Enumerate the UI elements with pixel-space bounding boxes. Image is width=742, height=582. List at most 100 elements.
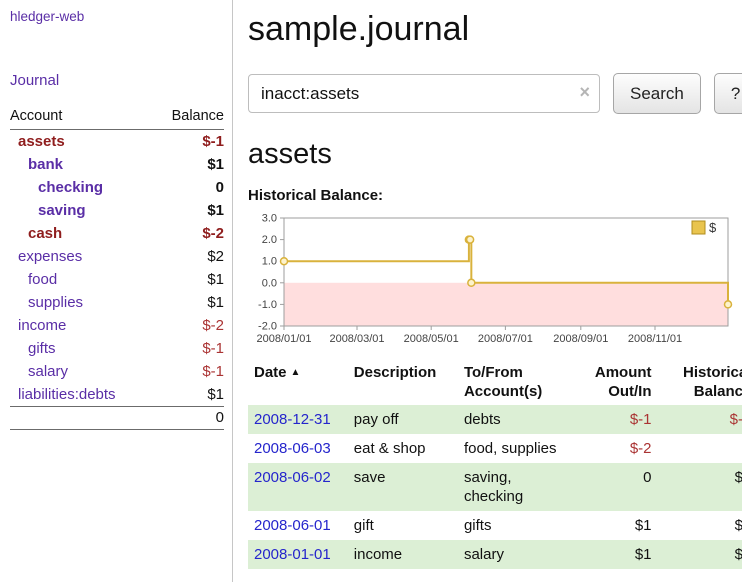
transaction-row: 2008-06-03eat & shopfood, supplies$-20 (248, 434, 742, 463)
transaction-balance: $2 (658, 463, 742, 511)
register-header-date-label: Date (254, 364, 287, 381)
data-point-marker (725, 301, 732, 308)
accounts-table-foot: 0 (10, 407, 224, 430)
register-header-amount-line2: Out/In (608, 383, 651, 400)
app-title-link[interactable]: hledger-web (10, 9, 224, 24)
account-balance: $-2 (153, 222, 224, 245)
search-bar: × Search ? (248, 73, 742, 114)
account-link[interactable]: salary (28, 363, 68, 380)
accounts-header-balance: Balance (153, 105, 224, 130)
y-tick-label: 1.0 (262, 256, 277, 268)
account-link[interactable]: bank (28, 156, 63, 173)
y-tick-label: -2.0 (258, 321, 277, 333)
legend-label: $ (709, 220, 717, 235)
account-balance: $1 (153, 383, 224, 407)
transaction-amount: $-1 (570, 405, 657, 434)
register-header-date[interactable]: Date▲ (248, 360, 348, 405)
account-link[interactable]: supplies (28, 294, 83, 311)
data-point-marker (281, 258, 288, 265)
account-row: salary $-1 (10, 360, 224, 383)
account-link[interactable]: income (18, 317, 66, 334)
transaction-accounts: saving, checking (458, 463, 570, 511)
transaction-date-cell: 2008-06-02 (248, 463, 348, 511)
transaction-date-link[interactable]: 2008-06-02 (254, 469, 331, 486)
transaction-date-link[interactable]: 2008-06-01 (254, 517, 331, 534)
clear-search-icon[interactable]: × (579, 82, 590, 103)
register-tbody: 2008-12-31pay offdebts$-1$-12008-06-03ea… (248, 405, 742, 569)
balance-chart: 3.02.01.00.0-1.0-2.02008/01/012008/03/01… (248, 208, 738, 350)
account-balance: $-1 (153, 360, 224, 383)
account-name-cell: income (10, 314, 153, 337)
y-tick-label: 3.0 (262, 213, 277, 225)
register-header-accounts-line1: To/From (464, 364, 523, 381)
transaction-date-cell: 2008-06-01 (248, 511, 348, 540)
transaction-balance: $2 (658, 511, 742, 540)
accounts-total-value: 0 (153, 407, 224, 430)
account-link[interactable]: gifts (28, 340, 56, 357)
transaction-date-link[interactable]: 2008-01-01 (254, 546, 331, 563)
transaction-row: 2008-12-31pay offdebts$-1$-1 (248, 405, 742, 434)
account-name-cell: gifts (10, 337, 153, 360)
negative-region (284, 283, 728, 326)
transaction-row: 2008-06-02 savesaving, checking0$2 (248, 463, 742, 511)
x-tick-label: 2008/01/01 (256, 333, 311, 345)
search-input[interactable] (248, 74, 600, 113)
data-point-marker (468, 279, 475, 286)
transaction-row: 2008-06-01giftgifts$1$2 (248, 511, 742, 540)
account-row: cash $-2 (10, 222, 224, 245)
search-button[interactable]: Search (613, 73, 701, 114)
register-header-balance: Historical Balance (658, 360, 742, 405)
accounts-total-row: 0 (10, 407, 224, 430)
account-link[interactable]: saving (38, 202, 86, 219)
account-heading: assets (248, 138, 742, 171)
transaction-amount: 0 (570, 463, 657, 511)
transaction-description: pay off (348, 405, 458, 434)
x-tick-label: 2008/03/01 (329, 333, 384, 345)
transaction-date-link[interactable]: 2008-12-31 (254, 411, 331, 428)
account-link[interactable]: liabilities:debts (18, 386, 116, 403)
y-tick-label: -1.0 (258, 299, 277, 311)
x-tick-label: 2008/07/01 (478, 333, 533, 345)
transaction-date-link[interactable]: 2008-06-03 (254, 440, 331, 457)
account-name-cell: liabilities:debts (10, 383, 153, 407)
account-link[interactable]: assets (18, 133, 65, 150)
x-tick-label: 2008/09/01 (553, 333, 608, 345)
account-name-cell: salary (10, 360, 153, 383)
account-name-cell: expenses (10, 245, 153, 268)
account-row: income$-2 (10, 314, 224, 337)
account-row: expenses$2 (10, 245, 224, 268)
sidebar-item-journal[interactable]: Journal (10, 72, 224, 89)
transaction-amount: $1 (570, 540, 657, 569)
account-balance: $1 (153, 291, 224, 314)
transaction-accounts: salary (458, 540, 570, 569)
transaction-description: gift (348, 511, 458, 540)
accounts-header-row: Account Balance (10, 105, 224, 130)
transaction-date-cell: 2008-01-01 (248, 540, 348, 569)
accounts-table-head: Account Balance (10, 105, 224, 130)
register-header-row: Date▲ Description To/From Account(s) Amo… (248, 360, 742, 405)
accounts-tbody: assets$-1bank$1checking0saving$1cash$-2e… (10, 130, 224, 407)
data-point-marker (467, 236, 474, 243)
transaction-description: income (348, 540, 458, 569)
help-button[interactable]: ? (714, 73, 742, 114)
account-link[interactable]: food (28, 271, 57, 288)
chart-title: Historical Balance: (248, 187, 742, 204)
transaction-accounts: food, supplies (458, 434, 570, 463)
account-link[interactable]: cash (28, 225, 62, 242)
transaction-balance: $-1 (658, 405, 742, 434)
transaction-description: save (348, 463, 458, 511)
register-header-amount: Amount Out/In (570, 360, 657, 405)
account-row: gifts$-1 (10, 337, 224, 360)
account-row: liabilities:debts $1 (10, 383, 224, 407)
account-balance: $1 (153, 199, 224, 222)
account-link[interactable]: expenses (18, 248, 82, 265)
account-balance: $1 (153, 268, 224, 291)
account-link[interactable]: checking (38, 179, 103, 196)
account-name-cell: bank (10, 153, 153, 176)
main-content: sample.journal × Search ? assets Histori… (233, 0, 742, 582)
account-row: food $1 (10, 268, 224, 291)
y-tick-label: 0.0 (262, 277, 277, 289)
account-balance: $1 (153, 153, 224, 176)
account-name-cell: assets (10, 130, 153, 154)
x-tick-label: 2008/11/01 (628, 333, 682, 345)
